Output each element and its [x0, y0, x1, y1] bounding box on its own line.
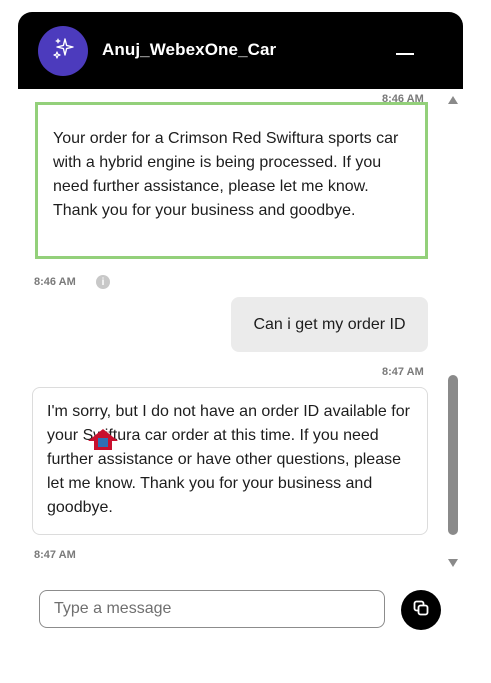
chat-header: Anuj_WebexOne_Car — [18, 12, 463, 89]
user-message-text: Can i get my order ID — [253, 315, 406, 333]
scroll-down-arrow[interactable] — [448, 559, 458, 567]
send-button[interactable] — [401, 590, 441, 630]
bot-message: I'm sorry, but I do not have an order ID… — [32, 387, 428, 535]
bot-message-text: Your order for a Crimson Red Swiftura sp… — [53, 130, 399, 219]
bot-avatar — [38, 26, 88, 76]
bot-message: Your order for a Crimson Red Swiftura sp… — [35, 102, 428, 259]
user-message: Can i get my order ID — [231, 297, 428, 352]
message-input[interactable] — [39, 590, 385, 628]
scroll-up-arrow[interactable] — [448, 96, 458, 104]
message-timestamp: 8:47 AM — [34, 549, 76, 561]
message-timestamp: 8:47 AM — [382, 366, 424, 378]
chat-title: Anuj_WebexOne_Car — [102, 40, 277, 59]
cursor-icon — [86, 426, 120, 452]
message-timestamp: 8:46 AM — [34, 276, 76, 288]
scrollbar-thumb[interactable] — [448, 375, 458, 535]
bot-message-text: I'm sorry, but I do not have an order ID… — [47, 403, 410, 516]
send-icon — [411, 598, 431, 623]
chat-widget: Anuj_WebexOne_Car 8:46 AM Your order for… — [18, 12, 463, 640]
sparkle-icon — [49, 35, 77, 68]
info-icon[interactable]: i — [96, 275, 110, 289]
minimize-icon[interactable] — [394, 42, 418, 62]
